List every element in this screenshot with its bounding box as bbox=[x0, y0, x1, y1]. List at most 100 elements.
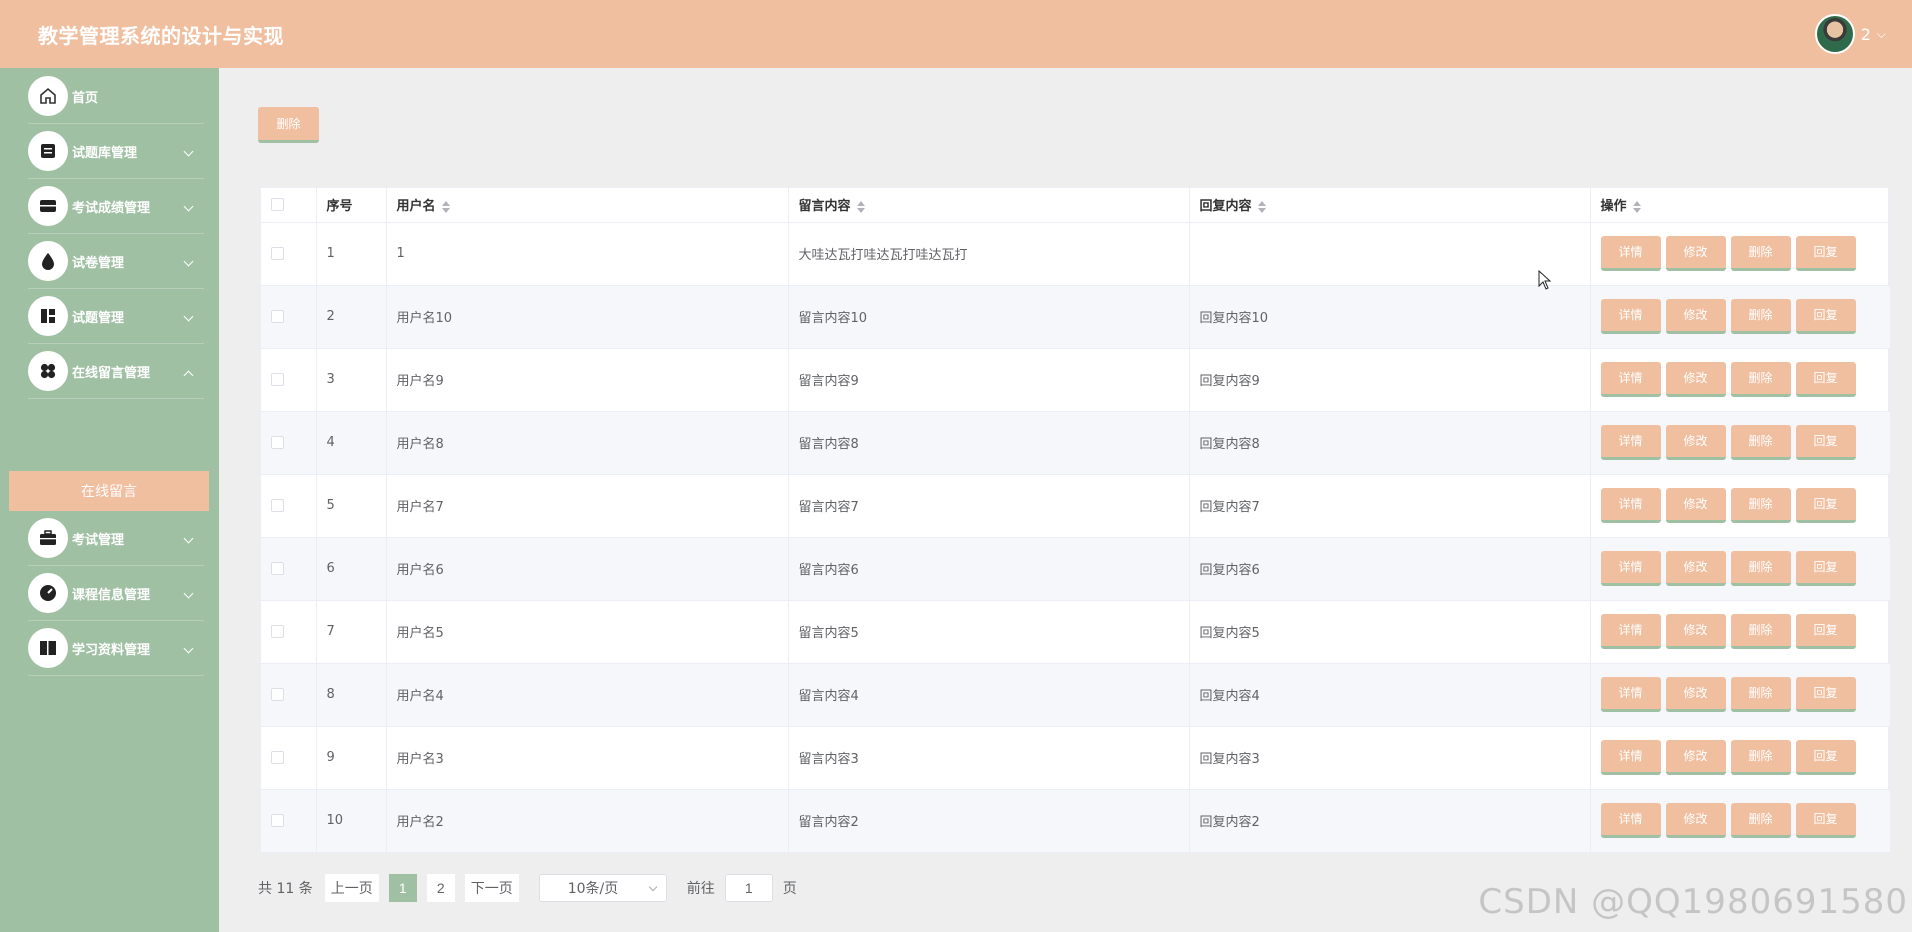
row-checkbox[interactable] bbox=[271, 373, 284, 386]
goto-page-input[interactable] bbox=[724, 874, 773, 902]
sidebar-item-question-bank[interactable]: 试题库管理 bbox=[28, 124, 204, 179]
row-select-cell[interactable] bbox=[261, 663, 317, 727]
delete-button[interactable]: 删除 bbox=[1730, 803, 1791, 838]
detail-button[interactable]: 详情 bbox=[1600, 740, 1661, 775]
cell-message: 大哇达瓦打哇达瓦打哇达瓦打 bbox=[788, 222, 1190, 286]
detail-button[interactable]: 详情 bbox=[1600, 362, 1661, 397]
batch-delete-button[interactable]: 删除 bbox=[258, 107, 319, 143]
column-header-label: 回复内容 bbox=[1199, 199, 1252, 215]
sort-icon[interactable] bbox=[441, 200, 450, 213]
next-page-button[interactable]: 下一页 bbox=[464, 874, 519, 902]
user-menu[interactable]: 2 ⌵ bbox=[1814, 14, 1886, 54]
edit-button[interactable]: 修改 bbox=[1665, 488, 1726, 523]
row-checkbox[interactable] bbox=[271, 688, 284, 701]
detail-button[interactable]: 详情 bbox=[1600, 488, 1661, 523]
cell-message: 留言内容8 bbox=[788, 411, 1190, 475]
delete-button[interactable]: 删除 bbox=[1730, 236, 1791, 271]
select-all-checkbox[interactable] bbox=[271, 198, 284, 212]
row-checkbox[interactable] bbox=[271, 499, 284, 512]
user-name[interactable]: 2 bbox=[1861, 25, 1871, 44]
reply-button[interactable]: 回复 bbox=[1795, 488, 1856, 523]
page-size-select[interactable]: 10条/页 bbox=[538, 874, 667, 902]
page-button-1[interactable]: 1 bbox=[388, 874, 417, 902]
edit-button[interactable]: 修改 bbox=[1665, 362, 1726, 397]
delete-button[interactable]: 删除 bbox=[1730, 299, 1791, 334]
cell-ops: 详情 修改 删除 回复 bbox=[1590, 411, 1891, 475]
sidebar-item-courses[interactable]: 课程信息管理 bbox=[28, 566, 204, 621]
delete-button[interactable]: 删除 bbox=[1730, 740, 1791, 775]
reply-button[interactable]: 回复 bbox=[1795, 362, 1856, 397]
delete-button[interactable]: 删除 bbox=[1730, 677, 1791, 712]
sort-icon[interactable] bbox=[856, 200, 865, 213]
reply-button[interactable]: 回复 bbox=[1795, 236, 1856, 271]
chevron-down-icon bbox=[648, 882, 657, 892]
edit-button[interactable]: 修改 bbox=[1665, 551, 1726, 586]
row-select-cell[interactable] bbox=[261, 222, 317, 286]
edit-button[interactable]: 修改 bbox=[1665, 803, 1726, 838]
cell-username: 用户名9 bbox=[386, 348, 789, 412]
reply-button[interactable]: 回复 bbox=[1795, 803, 1856, 838]
delete-button[interactable]: 删除 bbox=[1730, 551, 1791, 586]
delete-button[interactable]: 删除 bbox=[1730, 425, 1791, 460]
reply-button[interactable]: 回复 bbox=[1795, 740, 1856, 775]
row-checkbox[interactable] bbox=[271, 625, 284, 638]
column-header-reply[interactable]: 回复内容 bbox=[1189, 188, 1591, 223]
row-checkbox[interactable] bbox=[271, 436, 284, 449]
edit-button[interactable]: 修改 bbox=[1665, 614, 1726, 649]
column-header-message[interactable]: 留言内容 bbox=[788, 188, 1190, 223]
delete-button[interactable]: 删除 bbox=[1730, 362, 1791, 397]
sidebar-item-messages[interactable]: 在线留言管理 bbox=[28, 344, 204, 399]
reply-button[interactable]: 回复 bbox=[1795, 614, 1856, 649]
edit-button[interactable]: 修改 bbox=[1665, 425, 1726, 460]
column-header-ops[interactable]: 操作 bbox=[1590, 188, 1891, 223]
sidebar-item-materials[interactable]: 学习资料管理 bbox=[28, 621, 204, 676]
row-select-cell[interactable] bbox=[261, 348, 317, 412]
row-checkbox[interactable] bbox=[271, 247, 284, 260]
select-all-cell[interactable] bbox=[261, 188, 317, 223]
sidebar-item-exam-scores[interactable]: 考试成绩管理 bbox=[28, 179, 204, 234]
detail-button[interactable]: 详情 bbox=[1600, 614, 1661, 649]
sort-icon[interactable] bbox=[1632, 200, 1641, 213]
sidebar-item-home[interactable]: 首页 bbox=[28, 69, 204, 124]
cell-reply: 回复内容8 bbox=[1189, 411, 1591, 475]
detail-button[interactable]: 详情 bbox=[1600, 236, 1661, 271]
edit-button[interactable]: 修改 bbox=[1665, 236, 1726, 271]
avatar[interactable] bbox=[1814, 14, 1855, 54]
detail-button[interactable]: 详情 bbox=[1600, 299, 1661, 334]
page-button-2[interactable]: 2 bbox=[426, 874, 455, 902]
row-select-cell[interactable] bbox=[261, 726, 317, 790]
row-checkbox[interactable] bbox=[271, 751, 284, 764]
detail-button[interactable]: 详情 bbox=[1600, 677, 1661, 712]
sort-icon[interactable] bbox=[1257, 200, 1266, 213]
delete-button[interactable]: 删除 bbox=[1730, 488, 1791, 523]
reply-button[interactable]: 回复 bbox=[1795, 551, 1856, 586]
prev-page-button[interactable]: 上一页 bbox=[324, 874, 379, 902]
reply-button[interactable]: 回复 bbox=[1795, 425, 1856, 460]
row-select-cell[interactable] bbox=[261, 411, 317, 475]
row-select-cell[interactable] bbox=[261, 474, 317, 538]
row-select-cell[interactable] bbox=[261, 600, 317, 664]
sidebar-item-exams[interactable]: 考试管理 bbox=[28, 511, 204, 566]
reply-button[interactable]: 回复 bbox=[1795, 677, 1856, 712]
row-checkbox[interactable] bbox=[271, 310, 284, 323]
detail-button[interactable]: 详情 bbox=[1600, 551, 1661, 586]
edit-button[interactable]: 修改 bbox=[1665, 677, 1726, 712]
sidebar-item-questions[interactable]: 试题管理 bbox=[28, 289, 204, 344]
sidebar-subitem-messages[interactable]: 在线留言 bbox=[9, 471, 209, 511]
reply-button[interactable]: 回复 bbox=[1795, 299, 1856, 334]
sidebar-item-label: 学习资料管理 bbox=[72, 642, 151, 658]
row-checkbox[interactable] bbox=[271, 814, 284, 827]
row-select-cell[interactable] bbox=[261, 789, 317, 853]
row-select-cell[interactable] bbox=[261, 285, 317, 349]
row-select-cell[interactable] bbox=[261, 537, 317, 601]
delete-button[interactable]: 删除 bbox=[1730, 614, 1791, 649]
detail-button[interactable]: 详情 bbox=[1600, 425, 1661, 460]
chevron-down-icon[interactable]: ⌵ bbox=[1877, 27, 1886, 42]
edit-button[interactable]: 修改 bbox=[1665, 299, 1726, 334]
sidebar-item-papers[interactable]: 试卷管理 bbox=[28, 234, 204, 289]
detail-button[interactable]: 详情 bbox=[1600, 803, 1661, 838]
row-checkbox[interactable] bbox=[271, 562, 284, 575]
edit-button[interactable]: 修改 bbox=[1665, 740, 1726, 775]
column-header-username[interactable]: 用户名 bbox=[386, 188, 789, 223]
pagination: 共 11 条 上一页 1 2 下一页 10条/页 前往 页 bbox=[258, 873, 797, 903]
